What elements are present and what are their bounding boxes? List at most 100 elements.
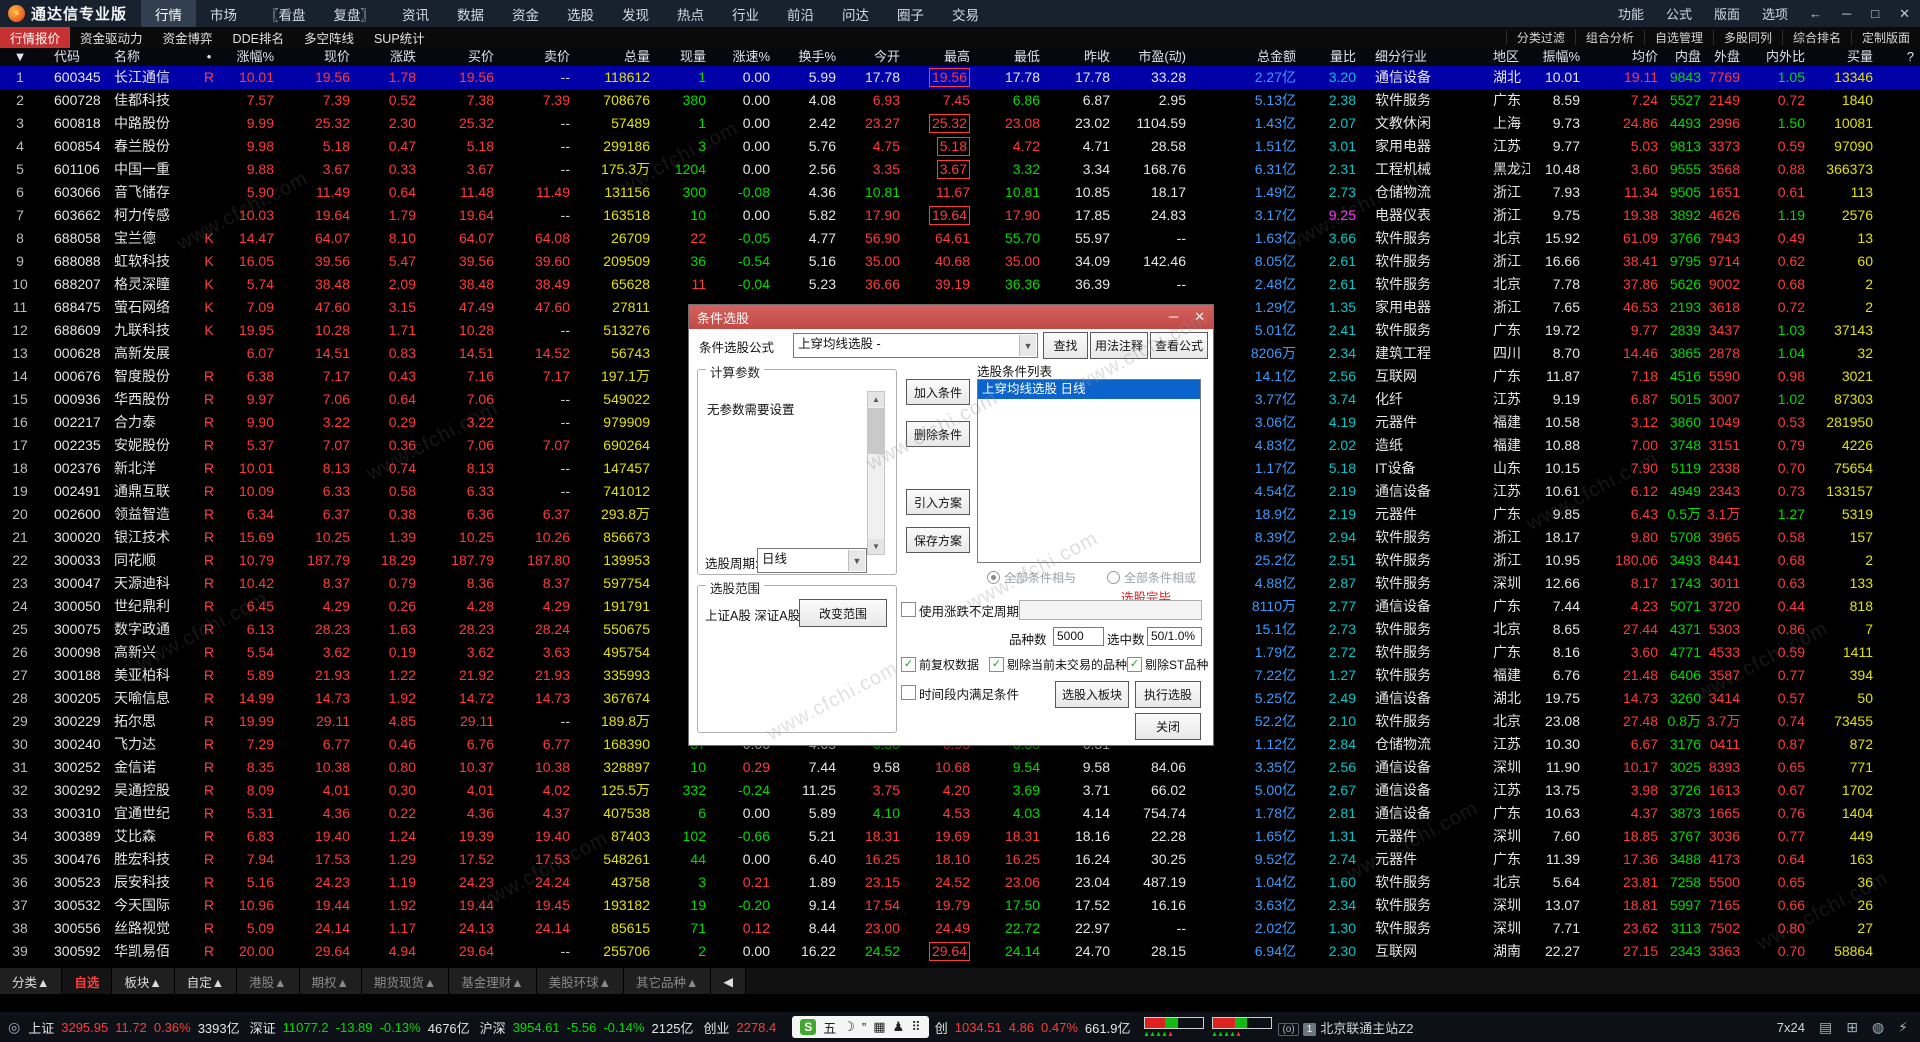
condition-list-item-selected[interactable]: 上穿均线选股 日线 [978, 380, 1200, 399]
menu-item-市场[interactable]: 市场 [196, 0, 251, 27]
usage-note-button[interactable]: 用法注释 [1090, 332, 1148, 359]
column-header-最高[interactable]: 最高 [906, 48, 976, 66]
restore-icon[interactable]: □ [1861, 6, 1889, 21]
menu-item-圈子[interactable]: 圈子 [883, 0, 938, 27]
ime-toolbar[interactable]: S 五 ☽ ” ▦ ♟ ⠿ [792, 1016, 929, 1038]
count-field[interactable]: 5000 [1053, 627, 1104, 646]
index-深证[interactable]: 深证 11077.2 -13.89 -0.13% 4676亿 [250, 1018, 470, 1037]
toolbar-link-分类过滤[interactable]: 分类过滤 [1505, 30, 1575, 45]
toolbar-link-组合分析[interactable]: 组合分析 [1574, 30, 1644, 45]
column-header-昨收[interactable]: 昨收 [1046, 48, 1116, 66]
table-row[interactable]: 39 300592 华凯易佰 R 20.00 29.64 4.94 29.64 -- 255706… [0, 940, 1920, 963]
find-button[interactable]: 查找 [1043, 332, 1088, 359]
column-header-涨速%[interactable]: 涨速% [712, 48, 776, 66]
radio-all-or[interactable] [1107, 571, 1120, 584]
menu-right-版面[interactable]: 版面 [1703, 4, 1751, 23]
table-row[interactable]: 31 300252 金信诺 R 8.35 10.38 0.80 10.37 10.38 32889… [0, 756, 1920, 779]
menu-right-公式[interactable]: 公式 [1655, 4, 1703, 23]
condition-listbox[interactable]: 上穿均线选股 日线 [977, 379, 1201, 563]
column-header-最低[interactable]: 最低 [976, 48, 1046, 66]
bottom-tab-自定[interactable]: 自定▲ [174, 968, 238, 994]
index-沪深[interactable]: 沪深 3954.61 -5.56 -0.14% 2125亿 [480, 1018, 694, 1037]
scroll-up-icon[interactable]: ▲ [868, 392, 884, 407]
dialog-minimize-icon[interactable]: ─ [1161, 309, 1186, 325]
ime-key-icon[interactable]: ☽ [843, 1019, 855, 1035]
column-header-总量[interactable]: 总量 [576, 48, 656, 66]
satellite-icon[interactable]: ◍ [1872, 1019, 1884, 1036]
formula-combobox[interactable]: 上穿均线选股 - ▼ [793, 333, 1038, 358]
bottom-tab-◀[interactable]: ◀ [711, 968, 747, 994]
column-header-内盘[interactable]: 内盘 [1664, 48, 1707, 66]
table-row[interactable]: 35 300476 胜宏科技 R 7.94 17.53 1.29 17.52 17.53 5482… [0, 848, 1920, 871]
index-上证[interactable]: 上证 3295.95 11.72 0.36% 3393亿 [28, 1018, 239, 1037]
dialog-close-icon[interactable]: ✕ [1186, 309, 1213, 325]
column-header-?[interactable]: ? [1879, 48, 1920, 66]
column-header-今开[interactable]: 今开 [842, 48, 906, 66]
menu-item-交易[interactable]: 交易 [938, 0, 993, 27]
select-to-block-button[interactable]: 选股入板块 [1055, 681, 1129, 708]
column-header-卖价[interactable]: 卖价 [500, 48, 576, 66]
keyboard-icon[interactable]: ▤ [1819, 1019, 1832, 1036]
menu-item-问达[interactable]: 问达 [828, 0, 883, 27]
view-formula-button[interactable]: 查看公式 [1150, 332, 1208, 359]
bottom-tab-自选[interactable]: 自选 [62, 968, 113, 994]
import-plan-button[interactable]: 引入方案 [906, 489, 970, 515]
toolbar-tab-DDE排名[interactable]: DDE排名 [223, 27, 294, 48]
menu-item-行业[interactable]: 行业 [718, 0, 773, 27]
save-plan-button[interactable]: 保存方案 [906, 527, 970, 553]
table-row[interactable]: 32 300292 吴通控股 R 8.09 4.01 0.30 4.01 4.02 125.5万 3… [0, 779, 1920, 802]
column-header-市盈(动)[interactable]: 市盈(动) [1116, 48, 1192, 66]
menu-item-资金[interactable]: 资金 [498, 0, 553, 27]
column-header-名称[interactable]: 名称 [110, 48, 196, 66]
radio-all-and[interactable] [987, 571, 1000, 584]
column-header-内外比[interactable]: 内外比 [1746, 48, 1811, 66]
column-header-总金额[interactable]: 总金额 [1192, 48, 1302, 66]
menu-item-发现[interactable]: 发现 [608, 0, 663, 27]
table-row[interactable]: 33 300310 宜通世纪 R 5.31 4.36 0.22 4.36 4.37 407538 6… [0, 802, 1920, 825]
toolbar-link-自选管理[interactable]: 自选管理 [1643, 30, 1713, 45]
column-header-地区[interactable]: 地区 [1480, 48, 1530, 66]
checkbox-remove-untradable[interactable]: ✓ [989, 657, 1004, 672]
minimize-icon[interactable]: ─ [1832, 6, 1861, 21]
period-combobox[interactable]: 日线 ▼ [757, 548, 867, 573]
checkbox-time-range[interactable] [901, 685, 916, 700]
column-header-买量[interactable]: 买量 [1811, 48, 1879, 66]
close-icon[interactable]: ✕ [1889, 6, 1920, 22]
column-header-涨幅%[interactable]: 涨幅% [222, 48, 280, 66]
bottom-tab-美股环球[interactable]: 美股环球▲ [536, 968, 625, 994]
menu-item-行情[interactable]: 行情 [141, 0, 197, 27]
ime-logo-icon[interactable]: S [800, 1019, 817, 1035]
ime-key-icon[interactable]: ♟ [893, 1019, 905, 1035]
chevron-down-icon[interactable]: ▼ [1019, 335, 1036, 356]
index-创业[interactable]: 创业 2278.4 [703, 1018, 776, 1037]
column-header-均价[interactable]: 均价 [1586, 48, 1664, 66]
menu-item-前沿[interactable]: 前沿 [773, 0, 828, 27]
column-header-•[interactable]: • [196, 48, 222, 66]
selected-count-field[interactable]: 50/1.0% [1147, 627, 1202, 646]
column-header-代码[interactable]: 代码 [40, 48, 110, 66]
power-icon[interactable]: ⚡ [1898, 1019, 1908, 1036]
bottom-tab-期权[interactable]: 期权▲ [299, 968, 362, 994]
table-row[interactable]: 36 300523 辰安科技 R 5.16 24.23 1.19 24.23 24.24 4375… [0, 871, 1920, 894]
change-range-button[interactable]: 改变范围 [799, 599, 887, 627]
back-arrow-icon[interactable]: ← [1799, 6, 1832, 21]
table-row[interactable]: 1 600345 长江通信 R 10.01 19.56 1.78 19.56 -- 118612 1… [0, 66, 1920, 89]
server-name[interactable]: 北京联通主站Z2 [1320, 1018, 1413, 1037]
bottom-tab-其它品种[interactable]: 其它品种▲ [624, 968, 712, 994]
params-scrollbar[interactable]: ▲ ▼ [867, 391, 885, 555]
expand-indices-icon[interactable]: ◎ [8, 1019, 20, 1036]
menu-item-复盘〗[interactable]: 复盘〗 [320, 0, 389, 27]
table-row[interactable]: 9 688088 虹软科技 K 16.05 39.56 5.47 39.56 39.60 2095… [0, 250, 1920, 273]
toolbar-link-定制版面[interactable]: 定制版面 [1850, 30, 1920, 45]
monitor-icon[interactable]: ⊞ [1846, 1019, 1858, 1036]
table-row[interactable]: 7 603662 柯力传感 10.03 19.64 1.79 19.64 -- 163518 10… [0, 204, 1920, 227]
column-header-现量[interactable]: 现量 [656, 48, 712, 66]
dialog-titlebar[interactable]: 条件选股 ─ ✕ [689, 305, 1213, 329]
menu-right-功能[interactable]: 功能 [1607, 4, 1655, 23]
delete-condition-button[interactable]: 删除条件 [906, 421, 970, 447]
ime-key-icon[interactable]: ⠿ [911, 1019, 921, 1035]
menu-item-资讯[interactable]: 资讯 [388, 0, 443, 27]
menu-item-选股[interactable]: 选股 [553, 0, 608, 27]
checkbox-remove-st[interactable]: ✓ [1127, 657, 1142, 672]
table-row[interactable]: 8 688058 宝兰德 K 14.47 64.07 8.10 64.07 64.08 26709… [0, 227, 1920, 250]
